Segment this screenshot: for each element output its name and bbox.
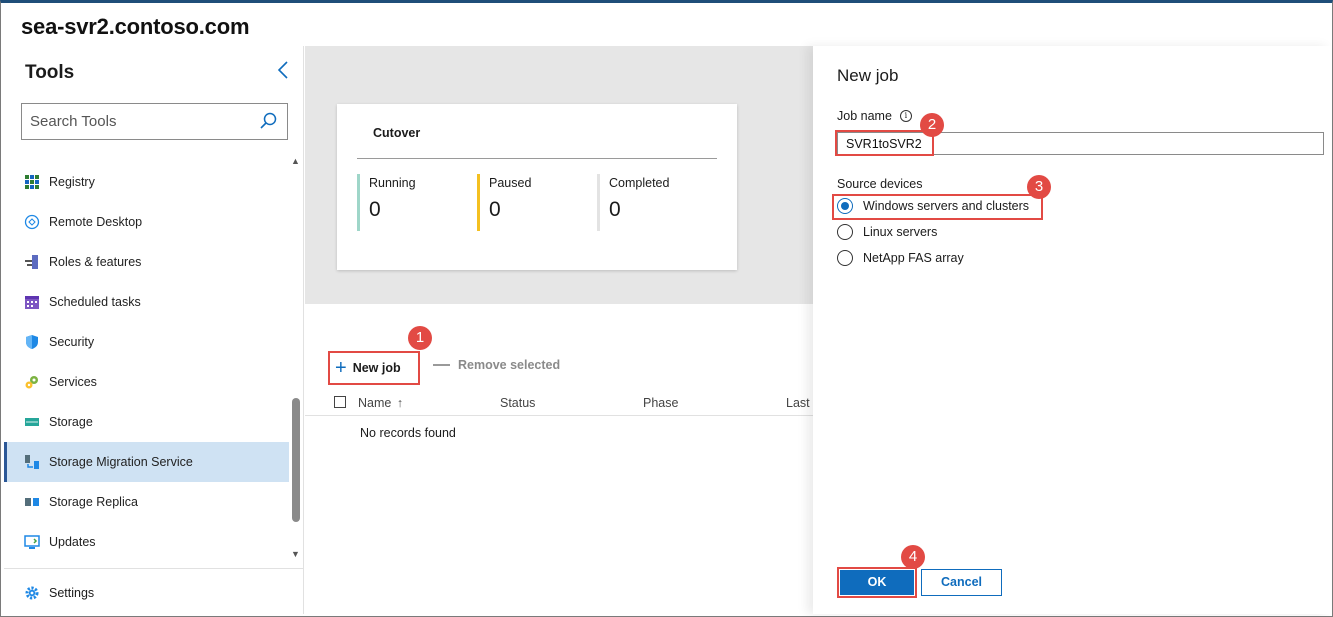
column-label: Name	[358, 396, 392, 410]
sidebar-item-services[interactable]: Services	[4, 362, 289, 402]
replica-icon	[25, 498, 39, 506]
sidebar-item-scheduled-tasks[interactable]: Scheduled tasks	[4, 282, 289, 322]
scroll-down-arrow[interactable]: ▼	[291, 549, 300, 559]
tools-sidebar: Tools ▲ ▼ Registry Remote Desktop	[4, 46, 304, 614]
stat-running: Running 0	[357, 174, 416, 231]
sidebar-item-security[interactable]: Security	[4, 322, 289, 362]
sidebar-item-label: Storage Replica	[49, 495, 138, 509]
sidebar-scrollbar-thumb[interactable]	[292, 398, 300, 522]
remove-selected-button[interactable]: Remove selected	[433, 358, 560, 372]
sidebar-item-label: Security	[49, 335, 95, 349]
ok-button[interactable]: OK	[840, 570, 914, 595]
storage-icon	[25, 418, 39, 426]
plus-icon: +	[335, 357, 347, 379]
gear-icon	[25, 586, 39, 600]
sidebar-item-label: Roles & features	[49, 255, 142, 269]
radio-button-checked[interactable]	[837, 198, 853, 214]
sidebar-item-remote-desktop[interactable]: Remote Desktop	[4, 202, 289, 242]
radio-button[interactable]	[837, 224, 853, 240]
calendar-icon	[25, 296, 39, 309]
minus-icon	[433, 364, 450, 366]
sidebar-item-registry[interactable]: Registry	[4, 162, 289, 202]
radio-windows-servers[interactable]: Windows servers and clusters	[837, 198, 1029, 214]
stat-completed: Completed 0	[597, 174, 669, 231]
sidebar-item-roles-features[interactable]: Roles & features	[4, 242, 289, 282]
sort-ascending-icon: ↑	[396, 396, 404, 410]
sidebar-item-label: Storage	[49, 415, 93, 429]
sidebar-item-updates[interactable]: Updates	[4, 522, 289, 562]
callout-3: 3	[1027, 175, 1051, 199]
sidebar-item-label: Registry	[49, 175, 95, 189]
job-name-label: Job name	[837, 109, 892, 123]
radio-netapp-fas[interactable]: NetApp FAS array	[837, 250, 964, 266]
gears-icon	[25, 376, 38, 389]
select-all-checkbox[interactable]	[334, 396, 346, 408]
sidebar-item-label: Remote Desktop	[49, 215, 143, 229]
info-icon[interactable]: i	[899, 110, 912, 122]
jobs-toolbar: + New job Remove selected	[305, 350, 813, 386]
chevron-left-icon	[277, 61, 288, 79]
stat-value: 0	[609, 198, 621, 221]
column-header-phase[interactable]: Phase	[643, 396, 678, 410]
stat-value: 0	[489, 198, 501, 221]
migration-icon	[25, 455, 39, 469]
search-tools-box[interactable]	[21, 103, 288, 140]
shield-icon	[26, 335, 38, 349]
new-job-label: New job	[352, 361, 401, 375]
card-title: Cutover	[373, 126, 421, 140]
roles-features-icon	[25, 255, 38, 269]
search-icon[interactable]	[259, 112, 277, 130]
stat-value: 0	[369, 198, 381, 221]
settings-divider	[4, 568, 304, 569]
stat-label: Running	[369, 176, 416, 190]
updates-icon	[24, 535, 40, 549]
tools-title: Tools	[25, 62, 75, 83]
remote-desktop-icon	[24, 214, 40, 230]
search-tools-input[interactable]	[22, 104, 242, 139]
sidebar-item-storage-migration-service[interactable]: Storage Migration Service	[4, 442, 289, 482]
scroll-up-arrow[interactable]: ▲	[291, 156, 300, 166]
jobs-table-header: Name ↑ Status Phase Last	[305, 390, 813, 416]
column-header-name[interactable]: Name ↑	[358, 396, 403, 410]
stat-label: Completed	[609, 176, 670, 190]
panel-title: New job	[837, 66, 899, 85]
job-name-label-row: Job name i	[837, 109, 912, 123]
registry-icon	[25, 175, 39, 189]
callout-2: 2	[920, 113, 944, 137]
radio-label: NetApp FAS array	[863, 251, 964, 265]
radio-label: Windows servers and clusters	[863, 199, 1030, 213]
stat-paused: Paused 0	[477, 174, 531, 231]
column-header-last[interactable]: Last	[786, 396, 810, 410]
sidebar-item-settings[interactable]: Settings	[4, 573, 289, 613]
remove-selected-label: Remove selected	[458, 358, 561, 372]
column-header-status[interactable]: Status	[500, 396, 535, 410]
radio-linux-servers[interactable]: Linux servers	[837, 224, 937, 240]
cutover-summary-card: Cutover Running 0 Paused 0 Completed 0	[337, 104, 737, 270]
radio-button[interactable]	[837, 250, 853, 266]
sidebar-item-label: Storage Migration Service	[49, 455, 193, 469]
source-devices-label: Source devices	[837, 177, 923, 191]
callout-1: 1	[408, 326, 432, 350]
empty-table-message: No records found	[360, 426, 456, 440]
stat-label: Paused	[489, 176, 532, 190]
sidebar-item-label: Services	[49, 375, 97, 389]
sidebar-item-storage-replica[interactable]: Storage Replica	[4, 482, 289, 522]
radio-label: Linux servers	[863, 225, 938, 239]
tools-nav-list: Registry Remote Desktop Roles & features…	[4, 162, 289, 562]
job-name-input[interactable]	[837, 132, 1324, 155]
sidebar-item-label: Scheduled tasks	[49, 295, 141, 309]
sidebar-item-label: Updates	[49, 535, 96, 549]
sidebar-item-storage[interactable]: Storage	[4, 402, 289, 442]
new-job-panel: New job Job name i Source devices Window…	[813, 46, 1331, 614]
settings-label: Settings	[49, 586, 95, 600]
new-job-button[interactable]: + New job	[328, 351, 420, 385]
collapse-sidebar-button[interactable]	[276, 60, 292, 80]
callout-4: 4	[901, 545, 925, 569]
cancel-button[interactable]: Cancel	[921, 569, 1002, 596]
server-title: sea-svr2.contoso.com	[21, 14, 250, 39]
card-divider	[357, 158, 717, 159]
